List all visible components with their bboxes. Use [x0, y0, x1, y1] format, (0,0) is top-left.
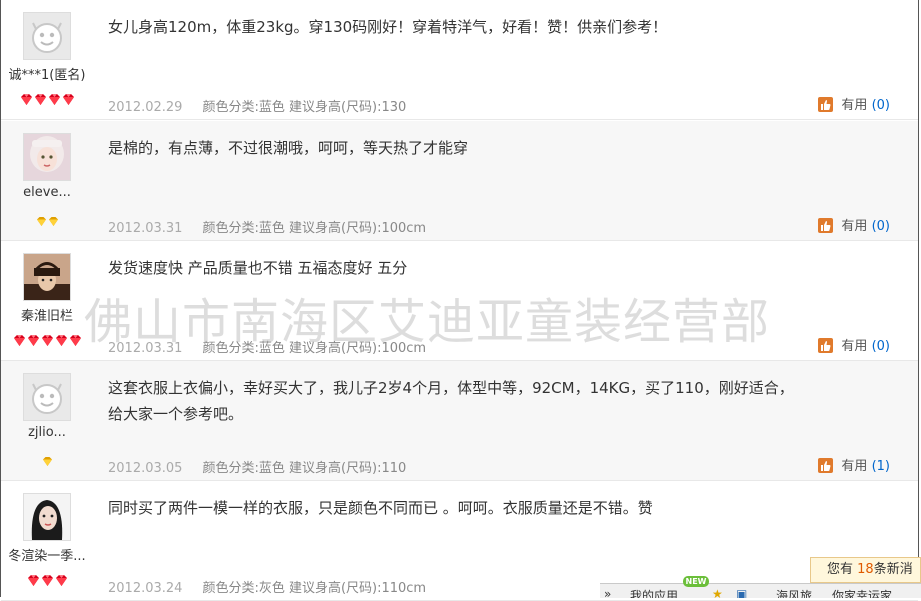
review-meta: 2012.03.31 颜色分类:蓝色 建议身高(尺码):100cm	[108, 217, 426, 236]
new-badge: NEW	[683, 576, 709, 587]
useful-label: 有用	[841, 459, 868, 474]
review-meta: 2012.03.31 颜色分类:蓝色 建议身高(尺码):100cm	[108, 337, 426, 356]
review-spec: 颜色分类:蓝色 建议身高(尺码):110	[202, 461, 407, 476]
useful-count: (1)	[871, 459, 890, 474]
toolbar-expand-icon[interactable]: »	[604, 587, 611, 598]
red-gem-icon	[48, 90, 61, 109]
red-gem-icon	[41, 331, 54, 350]
review-item: 诚***1(匿名) 女儿身高120m，体重23kg。穿130码刚好！穿着特洋气，好…	[1, 0, 918, 120]
reviewer-rank	[1, 451, 93, 466]
avatar[interactable]	[23, 493, 71, 541]
red-gem-icon	[55, 571, 68, 590]
reviewer-name[interactable]: 秦淮旧栏	[1, 305, 93, 324]
review-date: 2012.03.31	[108, 341, 183, 356]
toolbar-item-lucky[interactable]: 你家幸运家	[832, 587, 892, 598]
reviewer-rank	[1, 90, 93, 105]
review-meta: 2012.02.29 颜色分类:蓝色 建议身高(尺码):130	[108, 96, 406, 115]
review-spec: 颜色分类:灰色 建议身高(尺码):110cm	[202, 581, 427, 596]
red-gem-icon	[55, 331, 68, 350]
toolbar-my-apps[interactable]: 我的应用	[630, 587, 678, 598]
review-meta: 2012.03.05 颜色分类:蓝色 建议身高(尺码):110	[108, 457, 406, 476]
red-gem-icon	[62, 90, 75, 109]
review-text: 是棉的，有点薄，不过很潮哦，呵呵，等天热了才能穿	[108, 139, 469, 157]
thumbs-up-icon	[818, 97, 834, 112]
useful-count: (0)	[871, 339, 890, 354]
avatar[interactable]	[23, 133, 71, 181]
review-item: eleve... 是棉的，有点薄，不过很潮哦，呵呵，等天热了才能穿 2012.03.…	[1, 121, 918, 241]
useful-label: 有用	[841, 339, 868, 354]
reviewer-name[interactable]: 冬渲染一季...	[1, 545, 93, 564]
useful-button[interactable]: 有用 (0)	[818, 94, 890, 113]
red-gem-icon	[41, 571, 54, 590]
review-meta: 2012.03.24 颜色分类:灰色 建议身高(尺码):110cm	[108, 577, 426, 596]
new-messages-notification[interactable]: 您有 18条新消	[810, 557, 921, 583]
useful-label: 有用	[841, 98, 868, 113]
review-text: 发货速度快 产品质量也不错 五福态度好 五分	[108, 259, 408, 277]
avatar[interactable]	[23, 12, 71, 60]
red-gem-icon	[34, 90, 47, 109]
review-date: 2012.02.29	[108, 100, 183, 115]
reviewer-rank	[1, 331, 93, 346]
review-date: 2012.03.24	[108, 581, 183, 596]
notification-suffix: 条新消	[873, 562, 913, 577]
red-gem-icon	[69, 331, 82, 350]
review-spec: 颜色分类:蓝色 建议身高(尺码):100cm	[202, 221, 427, 236]
reviewer-name[interactable]: 诚***1(匿名)	[1, 64, 93, 83]
review-item: zjlio... 这套衣服上衣偏小，幸好买大了，我儿子2岁4个月，体型中等，92C…	[1, 361, 918, 481]
review-spec: 颜色分类:蓝色 建议身高(尺码):130	[202, 100, 407, 115]
red-gem-icon	[13, 331, 26, 350]
review-date: 2012.03.05	[108, 461, 183, 476]
window-icon[interactable]: ▣	[736, 587, 747, 598]
useful-button[interactable]: 有用 (1)	[818, 455, 890, 474]
thumbs-up-icon	[818, 338, 834, 353]
review-text: 女儿身高120m，体重23kg。穿130码刚好！穿着特洋气，好看！赞！供亲们参考…	[108, 18, 668, 36]
red-gem-icon	[20, 90, 33, 109]
review-text: 这套衣服上衣偏小，幸好买大了，我儿子2岁4个月，体型中等，92CM，14KG，买…	[108, 379, 794, 423]
useful-button[interactable]: 有用 (0)	[818, 215, 890, 234]
notification-count: 18	[857, 562, 874, 577]
reviewer-name[interactable]: zjlio...	[1, 425, 93, 440]
star-icon[interactable]: ★	[712, 587, 723, 598]
red-gem-icon	[27, 331, 40, 350]
gold-gem-icon	[36, 211, 47, 230]
useful-button[interactable]: 有用 (0)	[818, 335, 890, 354]
review-spec: 颜色分类:蓝色 建议身高(尺码):100cm	[202, 341, 427, 356]
avatar[interactable]	[23, 253, 71, 301]
notification-prefix: 您有	[827, 562, 854, 577]
reviewer-name[interactable]: eleve...	[1, 185, 93, 200]
thumbs-up-icon	[818, 218, 834, 233]
review-item: 秦淮旧栏 发货速度快 产品质量也不错 五福态度好 五分 2012.03.31 颜色分类…	[1, 241, 918, 361]
bottom-toolbar: » 我的应用 ★ ▣ 海风旅 你家幸运家	[600, 583, 921, 598]
red-gem-icon	[27, 571, 40, 590]
review-text: 同时买了两件一模一样的衣服，只是颜色不同而已 。呵呵。衣服质量还是不错。赞	[108, 499, 653, 517]
useful-label: 有用	[841, 219, 868, 234]
thumbs-up-icon	[818, 458, 834, 473]
avatar[interactable]	[23, 373, 71, 421]
reviewer-rank	[1, 571, 93, 586]
gold-gem-icon	[42, 451, 53, 470]
toolbar-item-travel[interactable]: 海风旅	[776, 587, 812, 598]
gold-gem-icon	[48, 211, 59, 230]
useful-count: (0)	[871, 219, 890, 234]
review-date: 2012.03.31	[108, 221, 183, 236]
useful-count: (0)	[871, 98, 890, 113]
reviewer-rank	[1, 211, 93, 226]
